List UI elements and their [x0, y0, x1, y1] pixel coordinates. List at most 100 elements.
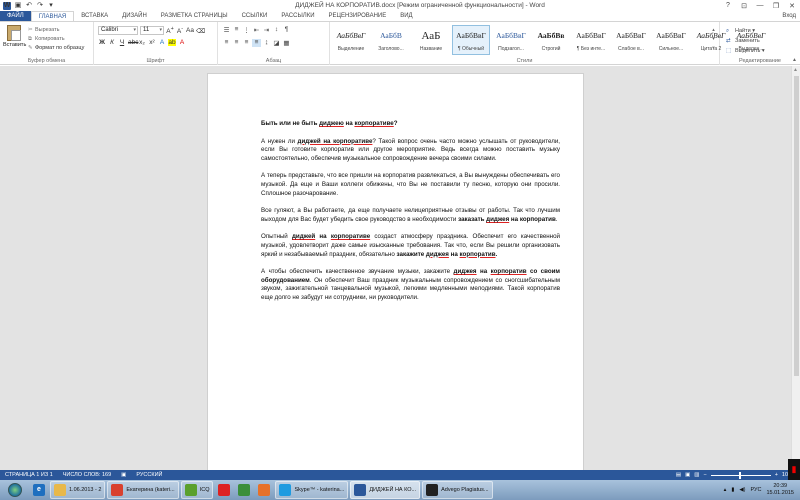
taskbar-item[interactable]: Advego Plagiatus... — [422, 481, 493, 499]
align-center-icon[interactable]: ≡ — [232, 39, 241, 47]
taskbar-item[interactable] — [235, 481, 253, 499]
proofing-icon[interactable]: ▣ — [116, 470, 131, 480]
document-content[interactable]: Быть или не быть диджею на корпоративе? … — [261, 120, 560, 312]
style-item[interactable]: АаБбВвГ Подзагол... — [492, 25, 530, 55]
taskbar-item[interactable]: 1.06.2013 - 2 — [50, 481, 106, 499]
increase-indent-icon[interactable]: ⇥ — [262, 26, 271, 34]
tab-page-layout[interactable]: РАЗМЕТКА СТРАНИЦЫ — [154, 11, 235, 21]
bullets-icon[interactable]: ☰ — [222, 26, 231, 34]
volume-icon[interactable]: ◀) — [739, 487, 745, 493]
style-item[interactable]: АаБбВвГ ¶ Обычный — [452, 25, 490, 55]
line-spacing-icon[interactable]: ↨ — [262, 39, 271, 47]
underline-icon[interactable]: Ч — [118, 39, 126, 46]
style-item[interactable]: АаБбВвГ Сильное... — [652, 25, 690, 55]
clock-time: 20:39 — [773, 483, 788, 489]
copy-icon: ⧉ — [28, 36, 32, 42]
format-painter-button[interactable]: ✎ Формат по образцу — [28, 44, 84, 53]
align-left-icon[interactable]: ≡ — [222, 39, 231, 47]
ribbon-display-options-icon[interactable]: ⊡ — [736, 2, 752, 10]
zoom-slider[interactable] — [710, 471, 771, 479]
borders-icon[interactable]: ▦ — [282, 39, 291, 47]
font-size-select[interactable]: 11 — [140, 26, 164, 36]
highlight-icon[interactable]: ab — [168, 39, 176, 46]
style-item[interactable]: АаБбВ Заголово... — [372, 25, 410, 55]
grow-font-icon[interactable]: A+ — [166, 26, 174, 35]
tab-view[interactable]: ВИД — [393, 11, 419, 21]
numbering-icon[interactable]: ≡ — [232, 26, 241, 34]
vertical-scrollbar[interactable]: ▲ ▼ — [791, 66, 800, 470]
print-layout-icon[interactable]: ▣ — [685, 470, 690, 480]
taskbar-item[interactable]: ICQ — [180, 481, 214, 499]
cut-button[interactable]: ✂ Вырезать — [28, 26, 84, 35]
restore-button[interactable]: ❐ — [768, 2, 784, 10]
zoom-out-icon[interactable]: − — [703, 470, 706, 480]
customize-qat-icon[interactable]: ▾ — [47, 2, 55, 10]
clear-formatting-icon[interactable]: ⌫ — [196, 27, 205, 35]
help-button[interactable]: ? — [720, 2, 736, 10]
taskbar-item[interactable]: ДИДЖЕЙ НА КО... — [350, 481, 421, 499]
tab-insert[interactable]: ВСТАВКА — [74, 11, 115, 21]
style-item[interactable]: АаБбВвГ Выделение — [332, 25, 370, 55]
start-button[interactable] — [0, 480, 30, 500]
style-item[interactable]: АаБбВв Строгий — [532, 25, 570, 55]
paste-button[interactable]: Вставить — [3, 25, 26, 48]
language[interactable]: РУССКИЙ — [131, 470, 167, 480]
font-color-icon[interactable]: A — [178, 39, 186, 46]
web-layout-icon[interactable]: ▥ — [694, 470, 699, 480]
taskbar-item[interactable]: Екатерина (kateri... — [107, 481, 179, 499]
strikethrough-icon[interactable]: abc — [128, 39, 138, 46]
word-count[interactable]: ЧИСЛО СЛОВ: 169 — [58, 470, 116, 480]
decrease-indent-icon[interactable]: ⇤ — [252, 26, 261, 34]
save-icon[interactable]: ▣ — [14, 2, 22, 10]
tab-design[interactable]: ДИЗАЙН — [115, 11, 154, 21]
sort-icon[interactable]: ↕ — [272, 26, 281, 34]
style-item[interactable]: АаБбВвГ Слабое в... — [612, 25, 650, 55]
style-item[interactable]: АаБбВвГ ¶ Без инте... — [572, 25, 610, 55]
shrink-font-icon[interactable]: A- — [176, 26, 184, 35]
network-icon[interactable]: ▮ — [731, 487, 734, 493]
show-formatting-icon[interactable]: ¶ — [282, 26, 291, 34]
clock[interactable]: 20:39 15.01.2015 — [766, 483, 794, 497]
styles-scroll[interactable]: ▴ ▾ ▿ — [710, 26, 717, 53]
redo-icon[interactable]: ↷ — [36, 2, 44, 10]
multilevel-list-icon[interactable]: ⋮ — [242, 26, 251, 34]
collapse-ribbon-icon[interactable]: ▲ — [792, 57, 797, 63]
tab-file[interactable]: ФАЙЛ — [0, 11, 31, 21]
taskbar-item[interactable] — [255, 481, 273, 499]
undo-icon[interactable]: ↶ — [25, 2, 33, 10]
tab-mailings[interactable]: РАССЫЛКИ — [274, 11, 321, 21]
tab-home[interactable]: ГЛАВНАЯ — [30, 11, 75, 21]
page-count[interactable]: СТРАНИЦА 1 ИЗ 1 — [0, 470, 58, 480]
change-case-icon[interactable]: Aa — [186, 27, 194, 34]
page[interactable]: Быть или не быть диджею на корпоративе? … — [207, 73, 584, 473]
subscript-icon[interactable]: x₂ — [138, 39, 146, 46]
word-icon — [354, 484, 367, 496]
minimize-button[interactable]: — — [752, 2, 768, 10]
tab-references[interactable]: ССЫЛКИ — [235, 11, 275, 21]
superscript-icon[interactable]: x² — [148, 39, 156, 46]
replace-button[interactable]: ⇄ Заменить — [726, 36, 765, 46]
tray-expand-icon[interactable]: ▴ — [724, 487, 727, 493]
tab-review[interactable]: РЕЦЕНЗИРОВАНИЕ — [322, 11, 394, 21]
justify-icon[interactable]: ≡ — [252, 39, 261, 47]
italic-icon[interactable]: К — [108, 39, 116, 46]
bold-icon[interactable]: Ж — [98, 39, 106, 46]
style-item[interactable]: АаБ Название — [412, 25, 450, 55]
close-button[interactable]: ✕ — [784, 2, 800, 10]
read-mode-icon[interactable]: ▤ — [676, 470, 681, 480]
scroll-up-icon[interactable]: ▲ — [793, 67, 798, 73]
taskbar-item[interactable]: Skype™ - katerina... — [275, 481, 349, 499]
sign-in-link[interactable]: Вход — [782, 11, 800, 21]
select-button[interactable]: ⬚ Выделить ▾ — [726, 46, 765, 56]
find-button[interactable]: ⌕ Найти ▾ — [726, 26, 765, 36]
align-right-icon[interactable]: ≡ — [242, 39, 251, 47]
taskbar-ie[interactable]: e — [30, 481, 48, 499]
shading-icon[interactable]: ◪ — [272, 39, 281, 47]
text-effects-icon[interactable]: A — [158, 39, 166, 46]
copy-button[interactable]: ⧉ Копировать — [28, 35, 84, 44]
font-name-select[interactable]: Calibri — [98, 26, 138, 36]
keyboard-language[interactable]: РУС — [750, 487, 761, 493]
taskbar-item[interactable] — [215, 481, 233, 499]
zoom-in-icon[interactable]: + — [775, 470, 778, 480]
scroll-thumb[interactable] — [794, 76, 799, 376]
